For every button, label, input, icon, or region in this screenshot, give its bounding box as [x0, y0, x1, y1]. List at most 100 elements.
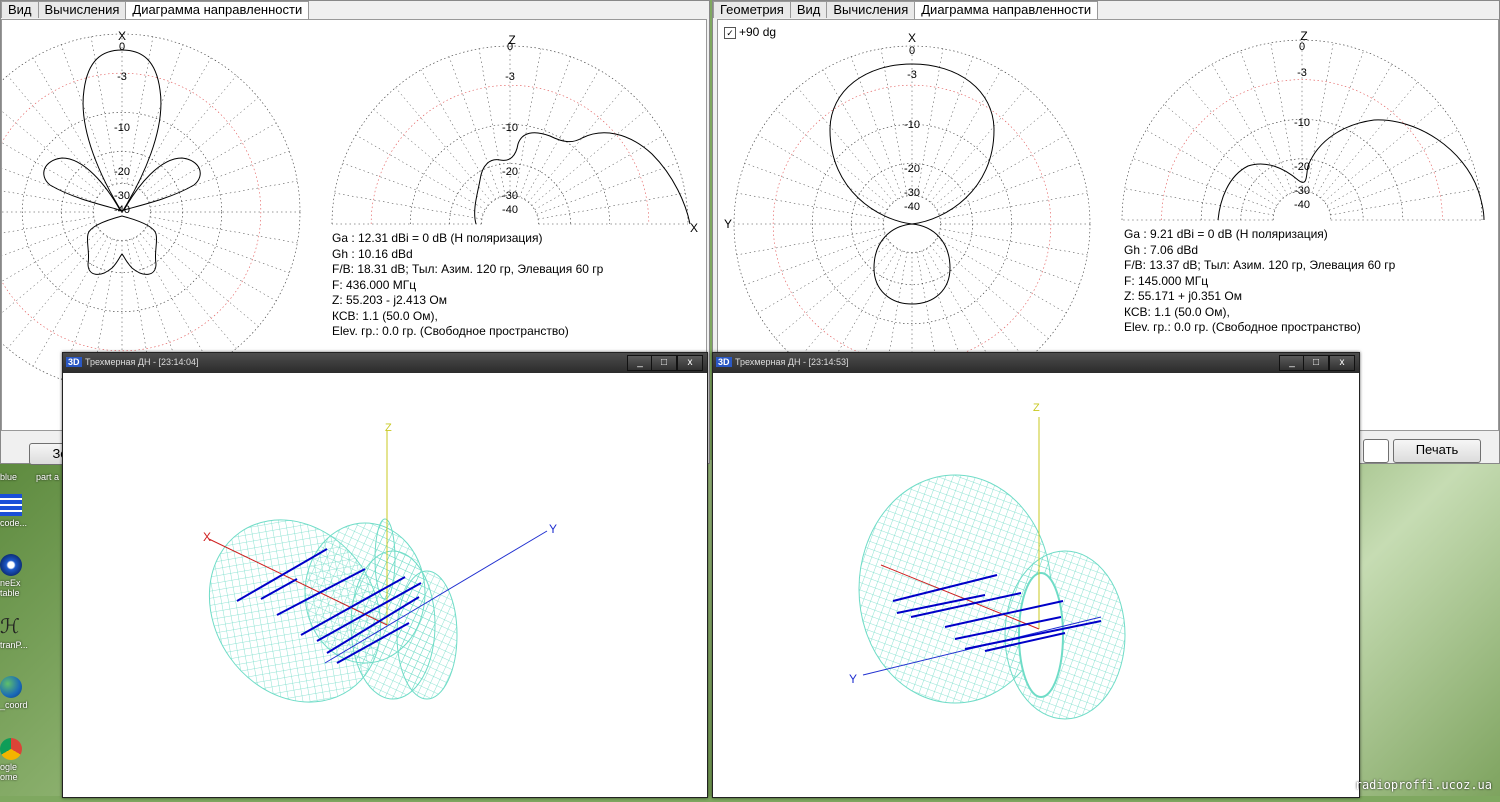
- ring-label: -3: [1297, 67, 1307, 79]
- grid-icon: [0, 494, 22, 516]
- desktop-icon-coord[interactable]: _coord: [0, 676, 34, 710]
- grid-spoke: [822, 69, 898, 200]
- grid-spoke: [1186, 81, 1284, 199]
- info-line: Ga : 9.21 dBi = 0 dB (H поляризация): [1124, 227, 1328, 241]
- grid-spoke: [531, 109, 647, 206]
- grid-spoke: [126, 36, 154, 184]
- desktop-icon-chrome[interactable]: ogle ome: [0, 738, 34, 782]
- titlebar[interactable]: 3D Трехмерная ДН - [23:14:53] _ □ x: [713, 353, 1359, 373]
- grid-spoke: [7, 233, 104, 349]
- grid-spoke: [355, 134, 486, 210]
- 3d-pattern-svg: Z X Y: [203, 422, 557, 703]
- grid-spoke: [744, 162, 886, 215]
- info-line: F: 436.000 МГц: [332, 277, 417, 292]
- tab-view[interactable]: Вид: [1, 1, 39, 18]
- tab-pattern[interactable]: Диаграмма направленности: [914, 1, 1099, 20]
- plus90-checkbox[interactable]: ✓: [724, 27, 736, 39]
- grid-spoke: [536, 162, 678, 215]
- azimuth-lobe-side-left: [43, 157, 122, 211]
- grid-spoke: [1145, 129, 1278, 206]
- polar-grid: [0, 33, 301, 391]
- grid-spoke: [420, 69, 496, 200]
- tab-view[interactable]: Вид: [789, 1, 828, 18]
- azimuth-top-label: X: [908, 31, 916, 45]
- grid-spoke: [933, 242, 1049, 339]
- desktop-icon-label: neEx table: [0, 578, 21, 598]
- ring-label: -40: [1294, 199, 1310, 211]
- grid-spoke: [0, 221, 96, 257]
- info-line: Elev. гр.: 0.0 гр. (Свободное пространст…: [1124, 320, 1361, 334]
- minimize-button[interactable]: _: [1279, 355, 1305, 371]
- grid-spoke: [131, 44, 184, 186]
- watermark: radioproffi.ucoz.ua: [1354, 778, 1492, 792]
- desktop-icon-neex[interactable]: neEx table: [0, 554, 34, 598]
- grid-spoke: [140, 233, 237, 349]
- tab-pattern[interactable]: Диаграмма направленности: [125, 1, 310, 20]
- ring-label: 0: [507, 41, 513, 53]
- 3d-view-canvas[interactable]: Z X Y: [65, 373, 705, 797]
- ring-labels: 0 -3 -10 -20 -30 -40: [114, 41, 130, 216]
- maximize-button[interactable]: □: [651, 355, 677, 371]
- ring-label: -30: [904, 187, 920, 199]
- ring-label: -40: [502, 204, 518, 216]
- grid-spoke: [524, 69, 600, 200]
- 3d-pattern-svg: Z Y: [849, 402, 1126, 720]
- desktop-icon-code[interactable]: code...: [0, 494, 34, 528]
- grid-spoke: [936, 238, 1067, 314]
- minimize-button[interactable]: _: [627, 355, 653, 371]
- close-button[interactable]: x: [677, 355, 703, 371]
- grid-spoke: [1270, 42, 1298, 192]
- print-button[interactable]: Печать: [1393, 439, 1481, 463]
- grid-spoke: [938, 162, 1080, 215]
- left-info-block: Ga : 12.31 dBi = 0 dB (H поляризация) Gh…: [332, 231, 603, 340]
- right-blank-button[interactable]: [1363, 439, 1389, 463]
- desktop-icon-tranp[interactable]: ℋ tranP...: [0, 616, 34, 650]
- grid-spoke: [930, 245, 1027, 361]
- grid-spoke: [60, 44, 113, 186]
- azimuth-lobe-side-right: [122, 157, 201, 211]
- ring-label: -3: [117, 71, 127, 83]
- left-elevation-plot: Z X 0 -3 -10 -20 -30 -40: [331, 33, 698, 235]
- ring-label: -30: [502, 190, 518, 202]
- titlebar[interactable]: 3D Трехмерная ДН - [23:14:04] _ □ x: [63, 353, 707, 373]
- info-line: Elev. гр.: 0.0 гр. (Свободное пространст…: [332, 324, 569, 338]
- left-azimuth-plot: X 0 -3 -10 -20 -30 -40: [0, 29, 301, 391]
- elevation-pattern-curve: [1217, 119, 1485, 221]
- grid-spoke: [1316, 63, 1393, 196]
- grid-spoke: [334, 192, 482, 220]
- grid-spoke: [936, 134, 1067, 210]
- grid-spoke: [32, 236, 108, 367]
- z-axis-label: Z: [1033, 402, 1040, 414]
- 3d-view-canvas[interactable]: Z Y: [715, 373, 1357, 797]
- info-line: Gh : 7.06 dBd: [1124, 242, 1199, 257]
- grid-spoke: [136, 57, 212, 188]
- grid-spoke: [757, 134, 888, 210]
- ring-label: -20: [114, 166, 130, 178]
- wireframe-pattern: [858, 474, 1126, 720]
- desktop-icon-label: code...: [0, 518, 28, 528]
- maximize-button[interactable]: □: [1303, 355, 1329, 371]
- grid-ring: [0, 72, 262, 352]
- grid-spoke: [136, 236, 212, 367]
- right-azimuth-plot: X Y 0 -3 -10 -20 -30 -40: [724, 31, 1091, 403]
- tab-geometry[interactable]: Геометрия: [713, 1, 791, 18]
- desktop-icon-label: part a: [36, 472, 60, 482]
- grid-spoke: [514, 48, 542, 196]
- tab-calculations[interactable]: Вычисления: [826, 1, 916, 18]
- grid-spoke: [757, 238, 888, 314]
- desktop-icon-blue[interactable]: blue: [0, 472, 34, 482]
- ring-label: -40: [904, 201, 920, 213]
- grid-spoke: [1211, 63, 1288, 196]
- grid-spoke: [930, 87, 1027, 203]
- x-axis-label: X: [203, 530, 211, 544]
- right-tabbar: Геометрия Вид Вычисления Диаграмма напра…: [713, 1, 1099, 20]
- azimuth-lobe-front: [829, 63, 995, 225]
- right-info-block: Ga : 9.21 dBi = 0 dB (H поляризация) Gh …: [1124, 227, 1395, 336]
- y-axis-label: Y: [549, 522, 557, 536]
- ring-label: -10: [1294, 117, 1310, 129]
- desktop-icon-label: _coord: [0, 700, 28, 710]
- grid-spoke: [775, 109, 891, 206]
- ring-label: -10: [114, 122, 130, 134]
- close-button[interactable]: x: [1329, 355, 1355, 371]
- tab-calculations[interactable]: Вычисления: [37, 1, 127, 18]
